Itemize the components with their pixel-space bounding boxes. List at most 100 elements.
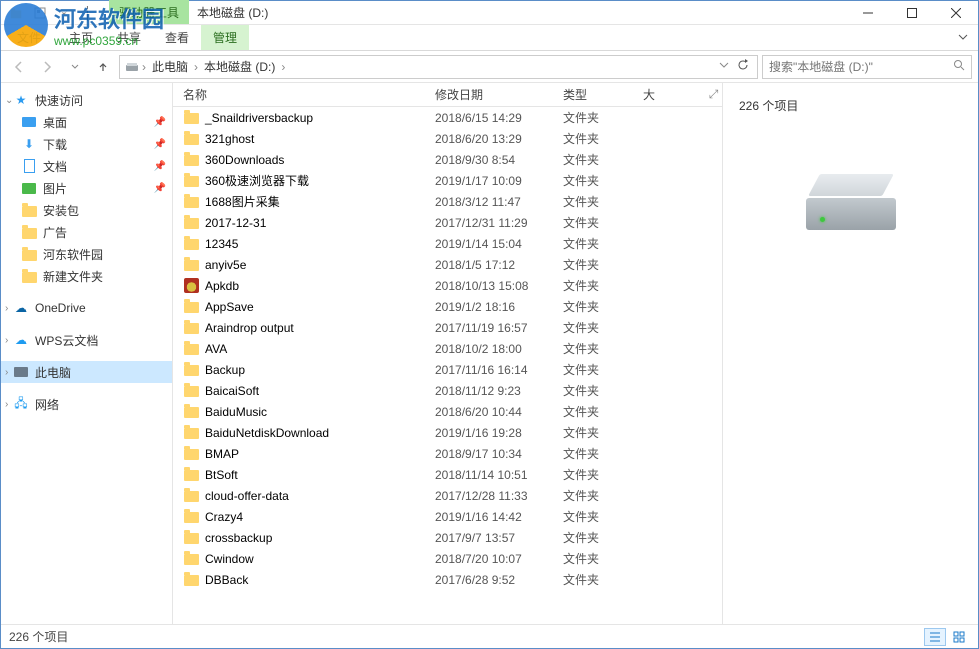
column-size[interactable]: 大 bbox=[643, 86, 705, 103]
chevron-right-icon[interactable]: › bbox=[192, 60, 200, 74]
column-name[interactable]: 名称 bbox=[183, 86, 435, 103]
qat-properties-icon[interactable] bbox=[29, 3, 51, 23]
file-row[interactable]: Araindrop output2017/11/19 16:57文件夹 bbox=[173, 317, 722, 338]
file-rows[interactable]: _Snaildriversbackup2018/6/15 14:29文件夹321… bbox=[173, 107, 722, 624]
refresh-button[interactable] bbox=[737, 59, 749, 74]
ribbon-tab-manage[interactable]: 管理 bbox=[201, 25, 249, 50]
preview-title: 226 个项目 bbox=[739, 97, 798, 114]
file-name: AVA bbox=[205, 342, 227, 356]
nav-quick-access[interactable]: ⌄ ★ 快速访问 bbox=[1, 89, 172, 111]
file-row[interactable]: Backup2017/11/16 16:14文件夹 bbox=[173, 359, 722, 380]
ribbon-tab-share[interactable]: 共享 bbox=[105, 25, 153, 50]
chevron-down-icon[interactable]: ⌄ bbox=[5, 95, 13, 106]
ribbon-file-tab[interactable]: 文件 bbox=[1, 25, 57, 50]
back-button[interactable] bbox=[7, 55, 31, 79]
ribbon-tabs: 文件 主页 共享 查看 管理 bbox=[1, 25, 978, 51]
nav-label: 图片 bbox=[43, 180, 67, 197]
desktop-icon bbox=[21, 114, 37, 130]
view-details-button[interactable] bbox=[924, 628, 946, 646]
file-row[interactable]: BaiduMusic2018/6/20 10:44文件夹 bbox=[173, 401, 722, 422]
file-row[interactable]: 2017-12-312017/12/31 11:29文件夹 bbox=[173, 212, 722, 233]
file-type: 文件夹 bbox=[563, 340, 643, 357]
file-row[interactable]: 123452019/1/14 15:04文件夹 bbox=[173, 233, 722, 254]
breadcrumb-item[interactable]: 本地磁盘 (D:) bbox=[200, 58, 279, 75]
forward-button[interactable] bbox=[35, 55, 59, 79]
file-row[interactable]: Apkdb2018/10/13 15:08文件夹 bbox=[173, 275, 722, 296]
file-date: 2017/12/31 11:29 bbox=[435, 216, 563, 230]
file-row[interactable]: AppSave2019/1/2 18:16文件夹 bbox=[173, 296, 722, 317]
ribbon-expand-button[interactable] bbox=[948, 31, 978, 45]
file-row[interactable]: crossbackup2017/9/7 13:57文件夹 bbox=[173, 527, 722, 548]
folder-icon bbox=[21, 202, 37, 218]
nav-label: WPS云文档 bbox=[35, 332, 98, 349]
file-row[interactable]: 1688图片采集2018/3/12 11:47文件夹 bbox=[173, 191, 722, 212]
view-icons-button[interactable] bbox=[948, 628, 970, 646]
sidebar-item[interactable]: 新建文件夹 bbox=[1, 265, 172, 287]
sidebar-item[interactable]: 文档📌 bbox=[1, 155, 172, 177]
recent-dropdown[interactable] bbox=[63, 55, 87, 79]
nav-wps[interactable]: › ☁ WPS云文档 bbox=[1, 329, 172, 351]
file-row[interactable]: BaicaiSoft2018/11/12 9:23文件夹 bbox=[173, 380, 722, 401]
file-row[interactable]: _Snaildriversbackup2018/6/15 14:29文件夹 bbox=[173, 107, 722, 128]
file-row[interactable]: Cwindow2018/7/20 10:07文件夹 bbox=[173, 548, 722, 569]
nav-onedrive[interactable]: › ☁ OneDrive bbox=[1, 297, 172, 319]
qat-icon[interactable] bbox=[5, 3, 27, 23]
file-date: 2018/10/2 18:00 bbox=[435, 342, 563, 356]
close-button[interactable] bbox=[934, 1, 978, 24]
status-bar: 226 个项目 bbox=[1, 624, 978, 648]
file-row[interactable]: 321ghost2018/6/20 13:29文件夹 bbox=[173, 128, 722, 149]
breadcrumb-bar[interactable]: › 此电脑 › 本地磁盘 (D:) › bbox=[119, 55, 758, 79]
sidebar-item[interactable]: 安装包 bbox=[1, 199, 172, 221]
nav-network[interactable]: › 🖧 网络 bbox=[1, 393, 172, 415]
minimize-button[interactable] bbox=[846, 1, 890, 24]
column-type[interactable]: 类型 bbox=[563, 86, 643, 103]
file-row[interactable]: BtSoft2018/11/14 10:51文件夹 bbox=[173, 464, 722, 485]
file-row[interactable]: BMAP2018/9/17 10:34文件夹 bbox=[173, 443, 722, 464]
chevron-right-icon[interactable]: › bbox=[5, 399, 8, 410]
file-name: BaiduMusic bbox=[205, 405, 267, 419]
search-input[interactable] bbox=[769, 60, 953, 74]
sidebar-item[interactable]: ⬇下载📌 bbox=[1, 133, 172, 155]
folder-icon bbox=[183, 362, 199, 378]
chevron-right-icon[interactable]: › bbox=[140, 60, 148, 74]
file-row[interactable]: DBBack2017/6/28 9:52文件夹 bbox=[173, 569, 722, 590]
search-icon[interactable] bbox=[953, 59, 965, 74]
folder-icon bbox=[183, 194, 199, 210]
breadcrumb-item[interactable]: 此电脑 bbox=[148, 58, 192, 75]
search-box[interactable] bbox=[762, 55, 972, 79]
file-name: 360Downloads bbox=[205, 153, 284, 167]
column-date[interactable]: 修改日期 bbox=[435, 86, 563, 103]
nav-label: 广告 bbox=[43, 224, 67, 241]
file-name: 2017-12-31 bbox=[205, 216, 266, 230]
chevron-right-icon[interactable]: › bbox=[5, 367, 8, 378]
chevron-right-icon[interactable]: › bbox=[5, 303, 8, 314]
folder-icon bbox=[183, 152, 199, 168]
file-name: 360极速浏览器下载 bbox=[205, 172, 309, 189]
nav-label: 新建文件夹 bbox=[43, 268, 103, 285]
sidebar-item[interactable]: 广告 bbox=[1, 221, 172, 243]
folder-icon bbox=[183, 110, 199, 126]
up-button[interactable] bbox=[91, 55, 115, 79]
sidebar-item[interactable]: 图片📌 bbox=[1, 177, 172, 199]
file-row[interactable]: Crazy42019/1/16 14:42文件夹 bbox=[173, 506, 722, 527]
address-dropdown-icon[interactable] bbox=[719, 59, 729, 74]
chevron-right-icon[interactable]: › bbox=[279, 60, 287, 74]
sidebar-item[interactable]: 河东软件园 bbox=[1, 243, 172, 265]
ribbon-tab-home[interactable]: 主页 bbox=[57, 25, 105, 50]
folder-icon bbox=[183, 467, 199, 483]
file-row[interactable]: BaiduNetdiskDownload2019/1/16 19:28文件夹 bbox=[173, 422, 722, 443]
nav-this-pc[interactable]: › 此电脑 bbox=[1, 361, 172, 383]
chevron-right-icon[interactable]: › bbox=[5, 335, 8, 346]
file-row[interactable]: 360极速浏览器下载2019/1/17 10:09文件夹 bbox=[173, 170, 722, 191]
doc-icon bbox=[21, 158, 37, 174]
file-row[interactable]: 360Downloads2018/9/30 8:54文件夹 bbox=[173, 149, 722, 170]
qat-dropdown-icon[interactable] bbox=[53, 3, 75, 23]
maximize-button[interactable] bbox=[890, 1, 934, 24]
sidebar-item[interactable]: 桌面📌 bbox=[1, 111, 172, 133]
file-row[interactable]: AVA 2018/10/2 18:00文件夹 bbox=[173, 338, 722, 359]
ribbon-tab-view[interactable]: 查看 bbox=[153, 25, 201, 50]
cloud-icon: ☁ bbox=[13, 300, 29, 316]
file-row[interactable]: cloud-offer-data2017/12/28 11:33文件夹 bbox=[173, 485, 722, 506]
folder-icon bbox=[183, 341, 199, 357]
file-row[interactable]: anyiv5e2018/1/5 17:12文件夹 bbox=[173, 254, 722, 275]
